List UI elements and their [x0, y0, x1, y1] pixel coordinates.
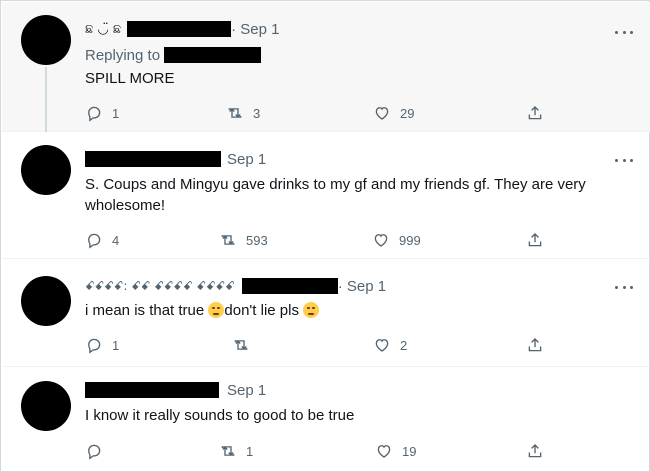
like-count: 19 — [402, 443, 417, 459]
heart-icon — [375, 339, 389, 352]
avatar[interactable] — [21, 145, 71, 195]
relieved-face-emoji-icon — [303, 302, 320, 318]
display-name[interactable]: ꗃꗃꗃꗃ: ꗃꗃ ꗃꗃꗃꗃ ꗃꗃꗃꗃ — [85, 279, 235, 294]
retweet-button[interactable]: 3 — [226, 103, 260, 123]
retweet-count: 593 — [246, 232, 268, 248]
tweet-thread: ଛ ◡̈ ଛ · Sep 1 Replying to SPILL MORE 1 … — [0, 0, 650, 472]
like-button[interactable]: 999 — [372, 230, 421, 250]
retweet-icon — [221, 446, 235, 456]
heart-icon — [375, 107, 389, 120]
like-button[interactable]: 29 — [373, 103, 414, 123]
redacted-username — [127, 21, 232, 37]
retweet-icon — [228, 108, 242, 118]
retweet-button[interactable]: 593 — [219, 230, 268, 250]
heart-icon — [374, 234, 388, 247]
tweet-2[interactable]: Sep 1 S. Coups and Mingyu gave drinks to… — [2, 133, 650, 259]
avatar[interactable] — [21, 15, 71, 65]
tweet-text: S. Coups and Mingyu gave drinks to my gf… — [85, 176, 586, 214]
tweet-text: I know it really sounds to good to be tr… — [85, 407, 355, 424]
reply-button[interactable]: 1 — [85, 335, 119, 355]
share-icon — [528, 233, 542, 247]
like-button[interactable]: 19 — [375, 441, 416, 461]
more-icon[interactable] — [615, 25, 633, 39]
tweet-text: i mean is that true don't lie pls — [85, 300, 633, 321]
share-button[interactable] — [526, 441, 544, 461]
tweet-header: Sep 1 — [85, 380, 266, 400]
tweet-actions: 4 593 999 — [85, 230, 545, 250]
tweet-date[interactable]: Sep 1 — [227, 382, 266, 399]
tweet-text: SPILL MORE — [85, 70, 175, 87]
tweet-4[interactable]: Sep 1 I know it really sounds to good to… — [2, 368, 650, 472]
retweet-icon — [221, 235, 235, 245]
share-icon — [528, 444, 542, 458]
heart-icon — [377, 445, 391, 458]
replying-to: Replying to — [85, 45, 262, 65]
share-button[interactable] — [526, 230, 544, 250]
tweet-text-part1: i mean is that true — [85, 302, 209, 319]
share-button[interactable] — [526, 103, 544, 123]
like-count: 999 — [399, 232, 421, 248]
tweet-date[interactable]: Sep 1 — [227, 151, 266, 168]
share-icon — [528, 106, 542, 120]
thread-line — [45, 67, 47, 132]
tweet-actions: 1 2 — [85, 335, 545, 355]
tweet-actions: 1 3 29 — [85, 103, 545, 123]
tweet-date[interactable]: · Sep 1 — [231, 21, 279, 38]
reply-icon — [88, 338, 101, 354]
display-name[interactable]: ଛ ◡̈ ଛ — [85, 22, 121, 37]
tweet-1[interactable]: ଛ ◡̈ ଛ · Sep 1 Replying to SPILL MORE 1 … — [2, 2, 650, 132]
tweet-header: Sep 1 — [85, 149, 266, 169]
redacted-reply-handle[interactable] — [164, 47, 262, 63]
reply-count: 1 — [112, 105, 120, 121]
retweet-count: 3 — [253, 105, 261, 121]
redacted-username[interactable] — [85, 382, 219, 398]
like-count: 2 — [400, 337, 408, 353]
more-icon[interactable] — [615, 280, 633, 294]
like-button[interactable]: 2 — [373, 335, 407, 355]
tweet-actions: 1 19 — [85, 441, 545, 461]
reply-icon — [88, 233, 101, 249]
reply-count: 1 — [112, 337, 120, 353]
retweet-button[interactable] — [232, 335, 259, 355]
reply-button[interactable]: 4 — [85, 230, 119, 250]
share-button[interactable] — [526, 335, 544, 355]
avatar[interactable] — [21, 381, 71, 431]
reply-button[interactable]: 1 — [85, 103, 119, 123]
tweet-date[interactable]: · Sep 1 — [338, 278, 386, 295]
retweet-button[interactable]: 1 — [219, 441, 253, 461]
more-icon[interactable] — [615, 153, 633, 167]
tweet-header: ꗃꗃꗃꗃ: ꗃꗃ ꗃꗃꗃꗃ ꗃꗃꗃꗃ · Sep 1 — [85, 276, 386, 296]
share-icon — [528, 338, 542, 352]
redacted-username[interactable] — [85, 151, 221, 167]
like-count: 29 — [400, 105, 415, 121]
reply-icon — [88, 106, 101, 122]
raised-eyebrow-emoji-icon — [208, 302, 225, 318]
replying-to-label: Replying to — [85, 46, 161, 64]
reply-icon — [88, 444, 101, 460]
tweet-3[interactable]: ꗃꗃꗃꗃ: ꗃꗃ ꗃꗃꗃꗃ ꗃꗃꗃꗃ · Sep 1 i mean is tha… — [2, 260, 650, 367]
retweet-icon — [234, 340, 248, 350]
retweet-count: 1 — [246, 443, 254, 459]
reply-count: 4 — [112, 232, 120, 248]
reply-button[interactable] — [85, 441, 112, 461]
tweet-text-part2: don't lie pls — [224, 302, 304, 319]
tweet-header: ଛ ◡̈ ଛ · Sep 1 — [85, 19, 279, 39]
redacted-username — [241, 278, 338, 294]
avatar[interactable] — [21, 276, 71, 326]
